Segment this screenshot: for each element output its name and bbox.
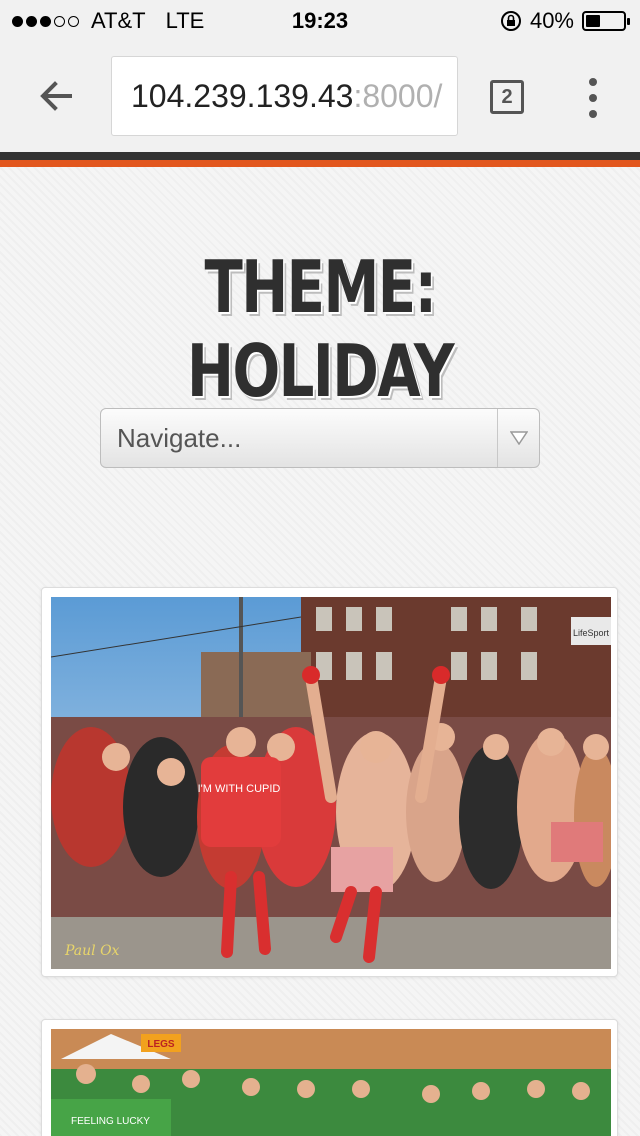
navigate-select-value: Navigate...	[117, 423, 242, 453]
page-title: THEME: HOLIDAY	[187, 245, 454, 413]
shirt-text: I'M WITH CUPID	[198, 783, 281, 795]
navigate-select[interactable]: Navigate...	[100, 408, 540, 468]
photo-card[interactable]: LEGS FEELING LUCKY	[41, 1019, 618, 1136]
battery-icon	[582, 11, 630, 31]
overflow-menu-icon[interactable]	[584, 78, 602, 118]
select-arrow[interactable]	[497, 409, 539, 467]
tabs-button[interactable]: 2	[490, 80, 524, 114]
storefront-sign: LEGS	[147, 1039, 175, 1050]
rotation-lock-icon	[500, 11, 521, 31]
url-rest: :8000/	[353, 78, 443, 114]
cupid-run-photo[interactable]: LifeSport I'M WITH CUPID Paul Ox	[51, 597, 611, 969]
page-content: THEME: HOLIDAY Navigate... LifeSport I'M…	[0, 167, 640, 1136]
address-bar[interactable]: 104.239.139.43:8000/	[111, 56, 458, 136]
header-stripe-orange	[0, 160, 640, 167]
back-arrow-icon[interactable]	[36, 76, 76, 116]
battery-percent: 40%	[529, 8, 574, 33]
photo-watermark: Paul Ox	[64, 943, 120, 959]
st-patricks-run-photo[interactable]: LEGS FEELING LUCKY	[51, 1029, 611, 1136]
status-bar: AT&T LTE 19:23 40%	[0, 0, 640, 40]
url-host: 104.239.139.43	[131, 78, 354, 114]
chevron-down-icon	[509, 431, 528, 445]
photo-card[interactable]: LifeSport I'M WITH CUPID Paul Ox	[41, 587, 618, 977]
browser-toolbar: 104.239.139.43:8000/ 2	[0, 40, 640, 152]
tab-count: 2	[501, 86, 513, 108]
header-stripe-dark	[0, 152, 640, 160]
shirt-text: FEELING LUCKY	[71, 1116, 150, 1127]
storefront-sign: LifeSport	[573, 628, 610, 638]
